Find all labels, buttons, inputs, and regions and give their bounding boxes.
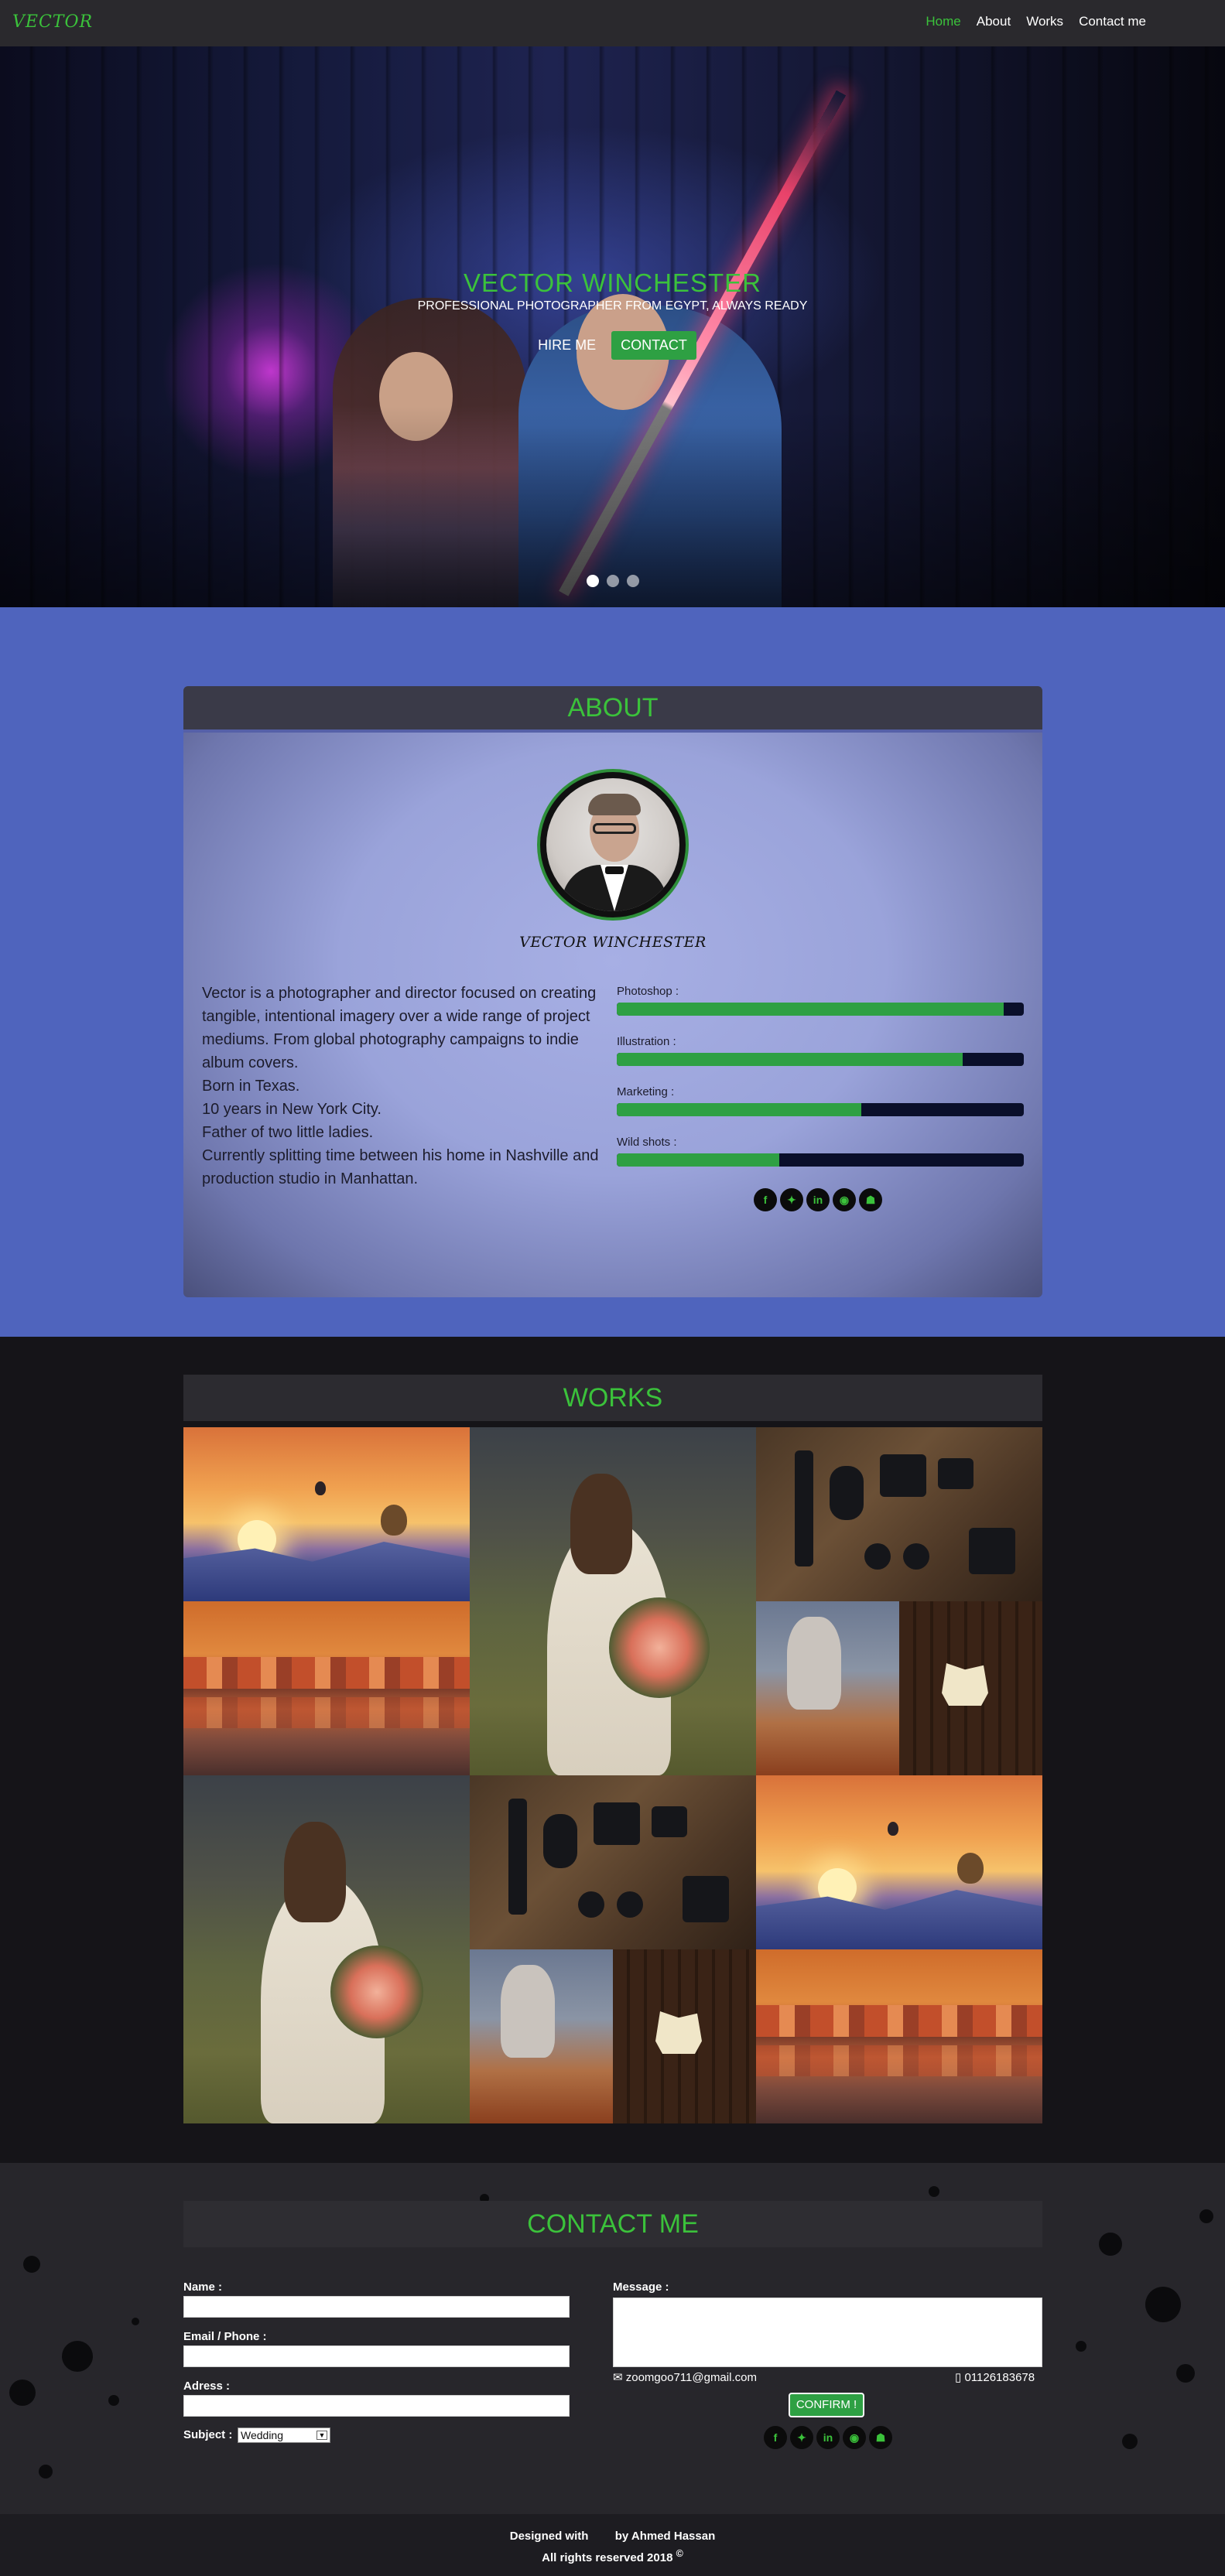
copyright-icon: © — [676, 2548, 683, 2559]
skill-fill — [617, 1153, 780, 1167]
twitter-icon[interactable]: ✦ — [780, 1188, 803, 1211]
gallery-image-houses[interactable] — [183, 1601, 470, 1775]
skill-fill — [617, 1003, 1004, 1016]
about-social-links: f ✦ in ◉ ☗ — [754, 1188, 882, 1211]
nav-link-home[interactable]: Home — [926, 14, 960, 29]
hero-buttons: HIRE ME CONTACT — [0, 331, 1225, 360]
skill-label: Photoshop : — [617, 985, 679, 998]
gallery-image-bride-2[interactable] — [183, 1775, 470, 2123]
gallery-image-camera-gear-2[interactable] — [470, 1775, 756, 1949]
slider-dot-3[interactable] — [626, 575, 639, 587]
instagram-icon[interactable]: ◉ — [833, 1188, 856, 1211]
skill-bar — [617, 1153, 1024, 1167]
skill-fill — [617, 1103, 861, 1116]
nav-link-contact[interactable]: Contact me — [1079, 14, 1146, 29]
subject-select-value: Wedding — [241, 2429, 284, 2441]
footer-rights: All rights reserved 2018 © — [0, 2548, 1225, 2564]
works-gallery: WORKS — [183, 1375, 1042, 2123]
address-input[interactable] — [183, 2395, 570, 2417]
about-name: VECTOR WINCHESTER — [519, 934, 707, 951]
snapchat-icon[interactable]: ☗ — [859, 1188, 882, 1211]
hero-title: VECTOR WINCHESTER — [464, 268, 761, 297]
skills-list: Photoshop : Illustration : Marketing : W… — [617, 985, 1024, 1186]
gallery-image-bride[interactable] — [470, 1427, 756, 1775]
footer: Designed with by Ahmed Hassan All rights… — [0, 2514, 1225, 2576]
avatar-photo — [546, 778, 679, 911]
subject-label: Subject : — [183, 2428, 233, 2441]
avatar-glasses — [593, 823, 636, 834]
envelope-icon: ✉ — [613, 2371, 623, 2384]
about-bio: Vector is a photographer and director fo… — [202, 982, 604, 1191]
skill-label: Marketing : — [617, 1085, 675, 1098]
gallery-image-elephant[interactable] — [756, 1601, 1042, 1775]
skill-bar — [617, 1103, 1024, 1116]
contact-phone-text: 01126183678 — [964, 2371, 1035, 2384]
facebook-icon[interactable]: f — [754, 1188, 777, 1211]
bio-line: Father of two little ladies. — [202, 1124, 374, 1141]
confirm-button[interactable]: CONFIRM ! — [789, 2393, 864, 2417]
works-heading: WORKS — [183, 1375, 1042, 1421]
chevron-down-icon: ▼ — [317, 2431, 327, 2440]
skill-bar — [617, 1053, 1024, 1066]
name-input[interactable] — [183, 2296, 570, 2318]
footer-author: by Ahmed Hassan — [614, 2530, 716, 2543]
linkedin-icon[interactable]: in — [816, 2426, 840, 2449]
skill-marketing: Marketing : — [617, 1085, 1024, 1136]
hero-slider: VECTOR WINCHESTER PROFESSIONAL PHOTOGRAP… — [0, 46, 1225, 607]
gallery-image-houses-2[interactable] — [756, 1949, 1042, 2123]
gallery-image-camera-gear[interactable] — [756, 1427, 1042, 1601]
footer-rights-text: All rights reserved 2018 — [542, 2551, 673, 2564]
gallery-image-balloons[interactable] — [183, 1427, 470, 1601]
contact-email-text: zoomgoo711@gmail.com — [625, 2371, 757, 2384]
message-label: Message : — [613, 2280, 669, 2294]
email-phone-input[interactable] — [183, 2345, 570, 2367]
skill-label: Illustration : — [617, 1035, 676, 1048]
gallery-image-elephant-2[interactable] — [470, 1949, 756, 2123]
twitter-icon[interactable]: ✦ — [790, 2426, 813, 2449]
hire-me-button[interactable]: HIRE ME — [529, 331, 605, 360]
footer-credit: Designed with by Ahmed Hassan — [0, 2530, 1225, 2543]
about-card: ABOUT VECTOR WINCHESTER Vector is a phot… — [183, 686, 1042, 1297]
skill-label: Wild shots : — [617, 1136, 677, 1149]
skill-illustration: Illustration : — [617, 1035, 1024, 1085]
avatar-hair — [588, 794, 641, 815]
top-navbar: VECTOR Home About Works Contact me — [0, 0, 1225, 46]
contact-heading: CONTACT ME — [183, 2201, 1042, 2247]
nav-link-works[interactable]: Works — [1026, 14, 1063, 29]
subject-select[interactable]: Wedding ▼ — [238, 2427, 330, 2443]
nav-links: Home About Works Contact me — [926, 14, 1146, 29]
bio-line: Currently splitting time between his hom… — [202, 1147, 599, 1187]
skill-photoshop: Photoshop : — [617, 985, 1024, 1035]
message-textarea[interactable] — [613, 2298, 1042, 2367]
gallery-image-balloons-2[interactable] — [756, 1775, 1042, 1949]
skill-fill — [617, 1053, 963, 1066]
avatar — [537, 769, 689, 921]
address-label: Adress : — [183, 2380, 231, 2393]
skill-bar — [617, 1003, 1024, 1016]
site-logo[interactable]: VECTOR — [12, 12, 93, 32]
slider-dot-2[interactable] — [606, 575, 619, 587]
snapchat-icon[interactable]: ☗ — [869, 2426, 892, 2449]
mobile-phone-icon: ▯ — [955, 2371, 962, 2384]
bio-line: Vector is a photographer and director fo… — [202, 985, 597, 1071]
nav-link-about[interactable]: About — [977, 14, 1011, 29]
hero-subtitle: PROFESSIONAL PHOTOGRAPHER FROM EGYPT, AL… — [417, 299, 808, 313]
instagram-icon[interactable]: ◉ — [843, 2426, 866, 2449]
name-label: Name : — [183, 2280, 223, 2294]
facebook-icon[interactable]: f — [764, 2426, 787, 2449]
about-heading: ABOUT — [183, 686, 1042, 733]
bio-line: 10 years in New York City. — [202, 1101, 382, 1118]
bio-line: Born in Texas. — [202, 1078, 300, 1095]
footer-designed-with: Designed with — [509, 2530, 589, 2543]
contact-email[interactable]: ✉ zoomgoo711@gmail.com — [613, 2370, 757, 2384]
contact-social-links: f ✦ in ◉ ☗ — [764, 2426, 892, 2449]
contact-phone[interactable]: ▯ 01126183678 — [955, 2370, 1035, 2384]
linkedin-icon[interactable]: in — [806, 1188, 830, 1211]
skill-wild-shots: Wild shots : — [617, 1136, 1024, 1186]
contact-button[interactable]: CONTACT — [611, 331, 696, 360]
email-phone-label: Email / Phone : — [183, 2330, 267, 2343]
avatar-bowtie — [605, 866, 624, 874]
slider-dot-1[interactable] — [586, 575, 599, 587]
slider-indicators — [0, 575, 1225, 587]
